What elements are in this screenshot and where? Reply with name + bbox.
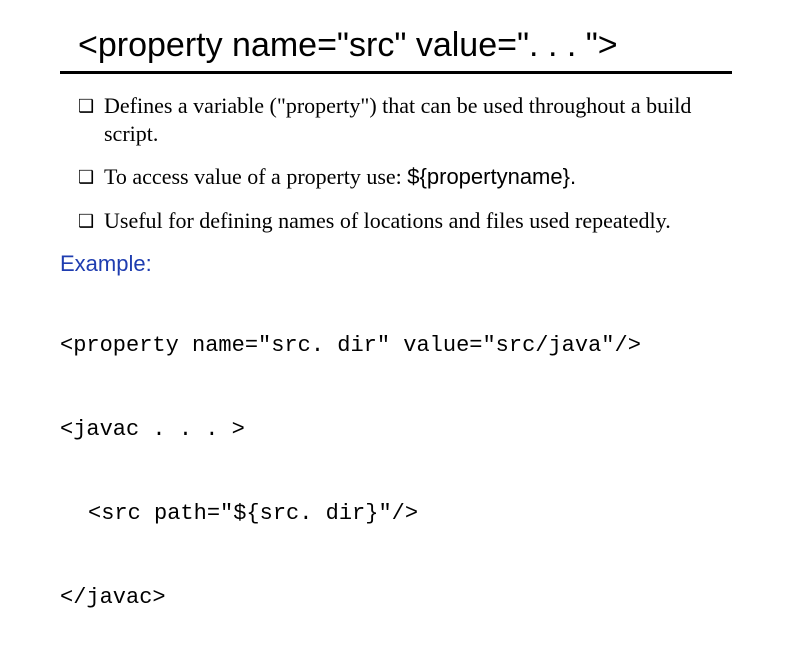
bullet-text: To access value of a property use: ${pro…: [104, 163, 732, 191]
code-line: <property name="src. dir" value="src/jav…: [60, 335, 732, 357]
bullet-item: ❑ Defines a variable ("property") that c…: [78, 92, 732, 147]
code-example: <property name="src. dir" value="src/jav…: [60, 291, 732, 671]
bullet-list: ❑ Defines a variable ("property") that c…: [78, 92, 732, 235]
slide: <property name="src" value=". . . "> ❑ D…: [0, 0, 792, 612]
bullet-item: ❑ Useful for defining names of locations…: [78, 207, 732, 235]
bullet-text-prefix: To access value of a property use:: [104, 164, 407, 189]
bullet-marker-icon: ❑: [78, 92, 104, 120]
bullet-marker-icon: ❑: [78, 207, 104, 235]
bullet-item: ❑ To access value of a property use: ${p…: [78, 163, 732, 191]
bullet-text: Useful for defining names of locations a…: [104, 207, 732, 235]
title-underline: [60, 71, 732, 74]
bullet-text: Defines a variable ("property") that can…: [104, 92, 732, 147]
bullet-marker-icon: ❑: [78, 163, 104, 191]
code-line: <src path="${src. dir}"/>: [60, 503, 732, 525]
code-line: </javac>: [60, 587, 732, 609]
code-line: <javac . . . >: [60, 419, 732, 441]
bullet-text-code: ${propertyname}.: [407, 164, 576, 189]
example-label: Example:: [60, 251, 732, 277]
slide-title: <property name="src" value=". . . ">: [78, 26, 732, 65]
